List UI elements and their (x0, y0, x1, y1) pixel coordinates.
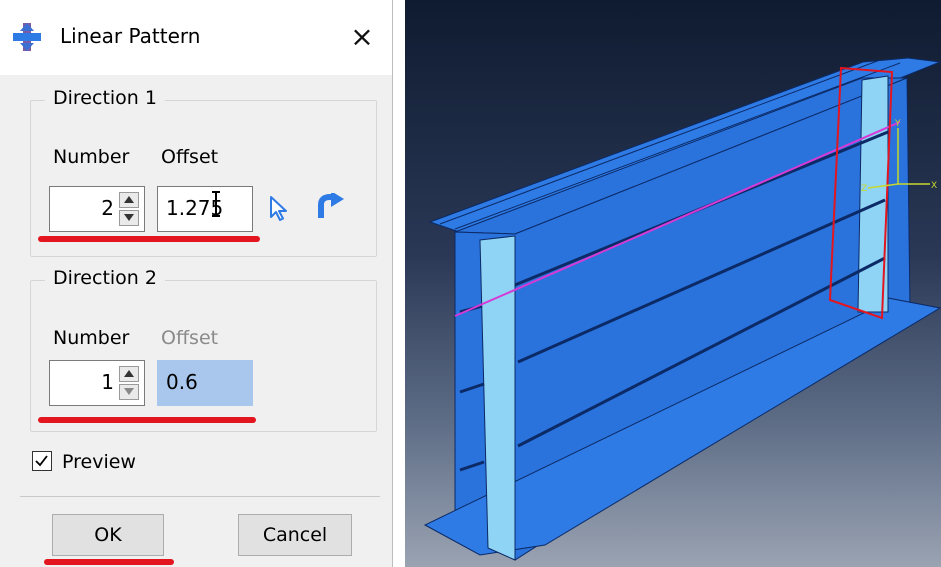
direction2-offset-label: Offset (161, 327, 219, 349)
triad-y-label: Y (894, 119, 901, 129)
close-icon: × (350, 20, 374, 53)
text-cursor-icon (212, 191, 220, 217)
highlight-underline (38, 417, 256, 423)
stepper-arrows (119, 366, 141, 400)
spin-up-icon[interactable] (119, 192, 139, 208)
highlight-underline (44, 559, 174, 565)
select-arrow-icon[interactable] (268, 195, 290, 221)
cancel-button[interactable]: Cancel (238, 514, 352, 556)
ok-button[interactable]: OK (52, 514, 164, 556)
highlight-underline (38, 236, 260, 242)
direction2-group: Direction 2 (30, 267, 377, 432)
direction1-number-stepper[interactable]: 2 (49, 186, 145, 232)
preview-label: Preview (62, 451, 136, 473)
linear-pattern-icon (13, 23, 41, 51)
direction1-group: Direction 1 (30, 87, 377, 257)
direction2-offset-value: 0.6 (166, 370, 198, 394)
triad-x-label: X (931, 181, 937, 191)
spin-down-icon[interactable] (119, 210, 139, 226)
i-beam-model: X Y Z (423, 57, 941, 561)
direction1-number-label: Number (53, 146, 130, 168)
triad-z-label: Z (861, 184, 867, 194)
title-bar: Linear Pattern × (0, 0, 392, 75)
direction2-number-label: Number (53, 327, 130, 349)
direction1-heading: Direction 1 (45, 87, 165, 109)
preview-checkbox[interactable] (32, 451, 52, 471)
flip-direction-icon[interactable] (317, 193, 345, 219)
linear-pattern-dialog: Linear Pattern × Direction 1 Number Offs… (0, 0, 393, 567)
direction2-number-stepper[interactable]: 1 (49, 360, 145, 406)
direction1-offset-field[interactable]: 1.275 (157, 186, 253, 232)
direction1-offset-label: Offset (161, 146, 219, 168)
direction2-number-value: 1 (101, 370, 114, 394)
spin-up-icon[interactable] (119, 366, 139, 382)
stepper-arrows (119, 192, 141, 226)
close-button[interactable]: × (342, 18, 382, 56)
dialog-title: Linear Pattern (60, 24, 201, 48)
direction2-offset-field: 0.6 (157, 360, 253, 406)
divider (20, 496, 380, 497)
model-viewport[interactable]: X Y Z (405, 0, 941, 567)
direction2-heading: Direction 2 (45, 267, 165, 289)
spin-down-icon[interactable] (119, 384, 139, 400)
checkbox-icon (35, 455, 48, 467)
direction1-number-value: 2 (101, 196, 114, 220)
